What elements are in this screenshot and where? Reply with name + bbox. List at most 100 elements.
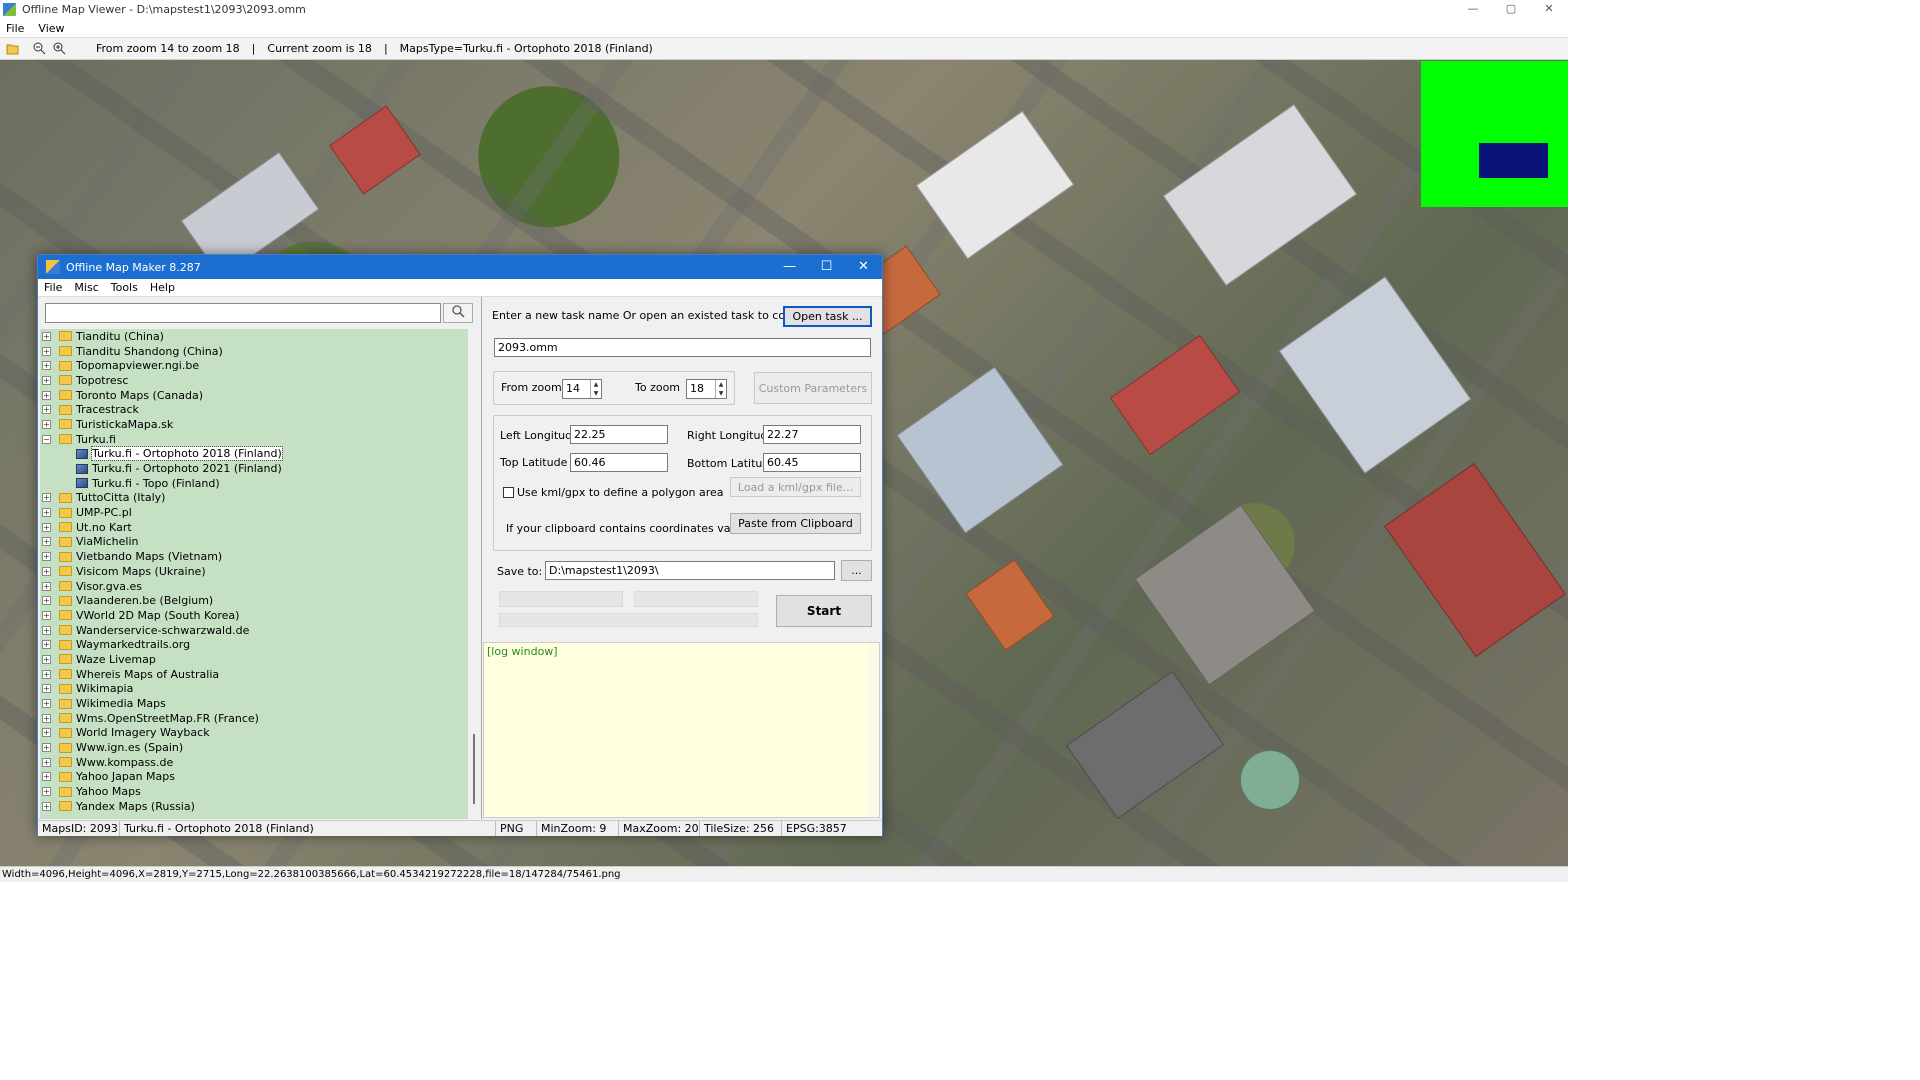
load-kml-button[interactable]: Load a kml/gpx file... [730, 477, 861, 497]
kml-polygon-checkbox[interactable] [503, 487, 514, 498]
log-window[interactable]: [log window] [483, 642, 880, 818]
expand-icon[interactable]: + [42, 743, 51, 753]
expand-icon[interactable]: + [42, 801, 51, 811]
tree-folder-item[interactable]: + Yahoo Japan Maps [40, 770, 468, 785]
expand-icon[interactable]: + [42, 331, 51, 341]
search-button[interactable] [443, 303, 473, 323]
save-to-input[interactable]: D:\mapstest1\2093\ [545, 561, 835, 580]
minimap[interactable] [1421, 61, 1568, 207]
tree-folder-item[interactable]: + Wms.OpenStreetMap.FR (France) [40, 711, 468, 726]
expand-icon[interactable]: + [42, 787, 51, 797]
expand-icon[interactable]: + [42, 669, 51, 679]
open-task-button[interactable]: Open task ... [783, 306, 872, 327]
expand-icon[interactable]: + [42, 625, 51, 635]
tree-folder-item[interactable]: + Wikimapia [40, 682, 468, 697]
maximize-button[interactable]: ▢ [1492, 0, 1530, 19]
tree-folder-item[interactable]: + Waze Livemap [40, 652, 468, 667]
tree-folder-item[interactable]: + Tianditu (China) [40, 329, 468, 344]
dialog-minimize-button[interactable]: — [771, 255, 808, 279]
expand-icon[interactable]: + [42, 654, 51, 664]
tree-folder-item[interactable]: + Topomapviewer.ngi.be [40, 358, 468, 373]
tree-folder-item[interactable]: + Toronto Maps (Canada) [40, 388, 468, 403]
tree-map-item[interactable]: Turku.fi - Ortophoto 2021 (Finland) [40, 461, 468, 476]
dialog-close-button[interactable]: ✕ [845, 255, 882, 279]
paste-from-clipboard-button[interactable]: Paste from Clipboard [730, 513, 861, 534]
close-button[interactable]: ✕ [1530, 0, 1568, 19]
right-longitude-input[interactable]: 22.27 [763, 425, 861, 444]
tree-folder-item[interactable]: + Tianditu Shandong (China) [40, 344, 468, 359]
tree-map-item[interactable]: Turku.fi - Topo (Finland) [40, 476, 468, 491]
tree-folder-item[interactable]: + Yandex Maps (Russia) [40, 799, 468, 814]
from-zoom-spinner[interactable]: 14 ▲ ▼ [562, 379, 602, 399]
zoom-out-icon[interactable] [32, 42, 46, 56]
left-longitude-input[interactable]: 22.25 [570, 425, 668, 444]
browse-button[interactable]: ... [841, 560, 872, 581]
tree-folder-item[interactable]: + TuttoCitta (Italy) [40, 491, 468, 506]
dialog-maximize-button[interactable]: ☐ [808, 255, 845, 279]
tree-folder-item[interactable]: + UMP-PC.pl [40, 505, 468, 520]
tree-folder-item[interactable]: + Vlaanderen.be (Belgium) [40, 593, 468, 608]
tree-folder-item[interactable]: + Wikimedia Maps [40, 696, 468, 711]
expand-icon[interactable]: + [42, 566, 51, 576]
expand-icon[interactable]: + [42, 361, 51, 371]
expand-icon[interactable]: + [42, 684, 51, 694]
start-button[interactable]: Start [776, 595, 872, 627]
expand-icon[interactable]: + [42, 537, 51, 547]
open-folder-icon[interactable] [6, 42, 20, 56]
expand-icon[interactable]: + [42, 596, 51, 606]
tree-folder-item[interactable]: + TuristickaMapa.sk [40, 417, 468, 432]
to-zoom-spinner[interactable]: 18 ▲ ▼ [686, 379, 727, 399]
expand-icon[interactable]: + [42, 728, 51, 738]
expand-icon[interactable]: + [42, 610, 51, 620]
expand-icon[interactable]: + [42, 713, 51, 723]
menu-view[interactable]: View [38, 22, 64, 35]
expand-icon[interactable]: + [42, 508, 51, 518]
tree-folder-item[interactable]: + Tracestrack [40, 402, 468, 417]
tree-folder-item[interactable]: − Turku.fi [40, 432, 468, 447]
expand-icon[interactable]: + [42, 405, 51, 415]
minimize-button[interactable]: — [1454, 0, 1492, 19]
maps-search-input[interactable] [45, 303, 441, 323]
dialog-menu-tools[interactable]: Tools [111, 281, 138, 294]
tree-scrollbar-thumb[interactable] [473, 734, 475, 804]
top-latitude-input[interactable]: 60.46 [570, 453, 668, 472]
expand-icon[interactable]: + [42, 699, 51, 709]
collapse-icon[interactable]: − [42, 434, 51, 444]
expand-icon[interactable]: + [42, 493, 51, 503]
zoom-in-icon[interactable] [52, 42, 66, 56]
tree-folder-item[interactable]: + Www.ign.es (Spain) [40, 740, 468, 755]
task-name-input[interactable]: 2093.omm [494, 338, 871, 357]
expand-icon[interactable]: + [42, 640, 51, 650]
menu-file[interactable]: File [6, 22, 24, 35]
spinner-arrows-icon[interactable]: ▲ ▼ [715, 380, 726, 398]
tree-folder-item[interactable]: + World Imagery Wayback [40, 726, 468, 741]
tree-folder-item[interactable]: + Vietbando Maps (Vietnam) [40, 549, 468, 564]
minimap-viewport[interactable] [1479, 143, 1548, 178]
expand-icon[interactable]: + [42, 375, 51, 385]
dialog-menu-file[interactable]: File [44, 281, 62, 294]
spinner-arrows-icon[interactable]: ▲ ▼ [590, 380, 601, 398]
expand-icon[interactable]: + [42, 390, 51, 400]
panel-divider[interactable] [481, 297, 482, 819]
bottom-latitude-input[interactable]: 60.45 [763, 453, 861, 472]
expand-icon[interactable]: + [42, 552, 51, 562]
tree-scrollbar[interactable] [470, 329, 478, 819]
tree-folder-item[interactable]: + Ut.no Kart [40, 520, 468, 535]
tree-folder-item[interactable]: + Whereis Maps of Australia [40, 667, 468, 682]
expand-icon[interactable]: + [42, 581, 51, 591]
tree-folder-item[interactable]: + VWorld 2D Map (South Korea) [40, 608, 468, 623]
expand-icon[interactable]: + [42, 772, 51, 782]
custom-parameters-button[interactable]: Custom Parameters [754, 372, 872, 404]
log-scrollbar[interactable] [869, 643, 879, 817]
tree-folder-item[interactable]: + Yahoo Maps [40, 784, 468, 799]
expand-icon[interactable]: + [42, 522, 51, 532]
tree-folder-item[interactable]: + Www.kompass.de [40, 755, 468, 770]
expand-icon[interactable]: + [42, 419, 51, 429]
tree-folder-item[interactable]: + Topotresc [40, 373, 468, 388]
tree-folder-item[interactable]: + Visicom Maps (Ukraine) [40, 564, 468, 579]
expand-icon[interactable]: + [42, 757, 51, 767]
maps-tree[interactable]: + Tianditu (China) + Tianditu Shandong (Chi… [40, 329, 468, 819]
tree-folder-item[interactable]: + Waymarkedtrails.org [40, 637, 468, 652]
tree-map-item[interactable]: Turku.fi - Ortophoto 2018 (Finland) [40, 446, 468, 462]
tree-folder-item[interactable]: + Visor.gva.es [40, 579, 468, 594]
